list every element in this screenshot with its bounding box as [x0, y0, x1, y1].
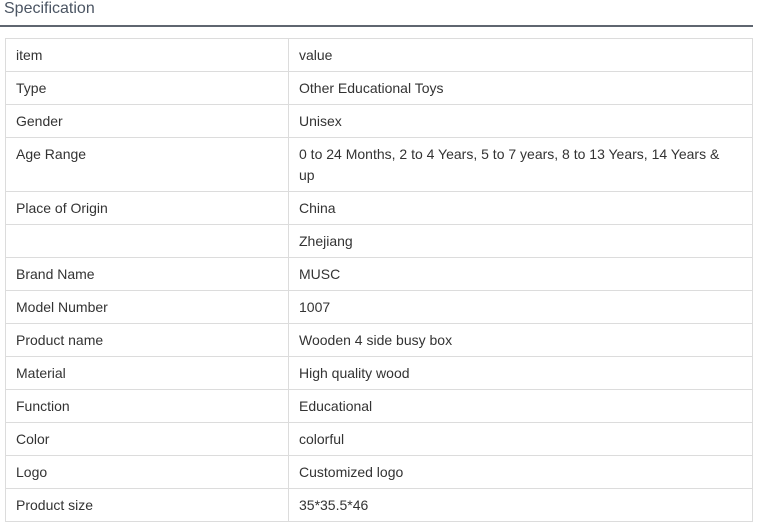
row-value-cell: 0 to 24 Months, 2 to 4 Years, 5 to 7 yea… [288, 137, 753, 192]
row-item-cell: Product size [5, 488, 289, 522]
row-value-cell: Wooden 4 side busy box [288, 323, 753, 357]
table-row: Zhejiang [5, 224, 753, 258]
row-value-cell: Zhejiang [288, 224, 753, 258]
row-item-cell: Material [5, 356, 289, 390]
column-header-item: item [5, 38, 289, 72]
row-value-cell: 1007 [288, 290, 753, 324]
section-title: Specification [4, 0, 95, 17]
row-item-cell: Logo [5, 455, 289, 489]
table-row: Product size 35*35.5*46 [5, 488, 753, 522]
row-value-cell: MUSC [288, 257, 753, 291]
row-value-cell: colorful [288, 422, 753, 456]
row-item-cell: Gender [5, 104, 289, 138]
table-row: Model Number 1007 [5, 290, 753, 324]
table-row: Logo Customized logo [5, 455, 753, 489]
table-row: Brand Name MUSC [5, 257, 753, 291]
table-row: Place of Origin China [5, 191, 753, 225]
row-value-cell: China [288, 191, 753, 225]
row-item-cell: Color [5, 422, 289, 456]
table-row: Gender Unisex [5, 104, 753, 138]
row-item-cell: Function [5, 389, 289, 423]
row-item-cell [5, 224, 289, 258]
row-item-cell: Model Number [5, 290, 289, 324]
row-item-cell: Place of Origin [5, 191, 289, 225]
table-row: Function Educational [5, 389, 753, 423]
row-value-cell: Customized logo [288, 455, 753, 489]
table-row: Product name Wooden 4 side busy box [5, 323, 753, 357]
row-value-cell: Unisex [288, 104, 753, 138]
row-item-cell: Brand Name [5, 257, 289, 291]
row-value-cell: High quality wood [288, 356, 753, 390]
table-row: Material High quality wood [5, 356, 753, 390]
table-header-row: item value [5, 38, 753, 72]
row-value-cell: Educational [288, 389, 753, 423]
column-header-value: value [288, 38, 753, 72]
table-row: Type Other Educational Toys [5, 71, 753, 105]
row-item-cell: Age Range [5, 137, 289, 192]
row-value-cell: 35*35.5*46 [288, 488, 753, 522]
specification-header: Specification [0, 0, 753, 27]
row-item-cell: Product name [5, 323, 289, 357]
specification-table: item value Type Other Educational Toys G… [5, 38, 753, 522]
table-row: Age Range 0 to 24 Months, 2 to 4 Years, … [5, 137, 753, 192]
row-item-cell: Type [5, 71, 289, 105]
row-value-cell: Other Educational Toys [288, 71, 753, 105]
table-row: Color colorful [5, 422, 753, 456]
